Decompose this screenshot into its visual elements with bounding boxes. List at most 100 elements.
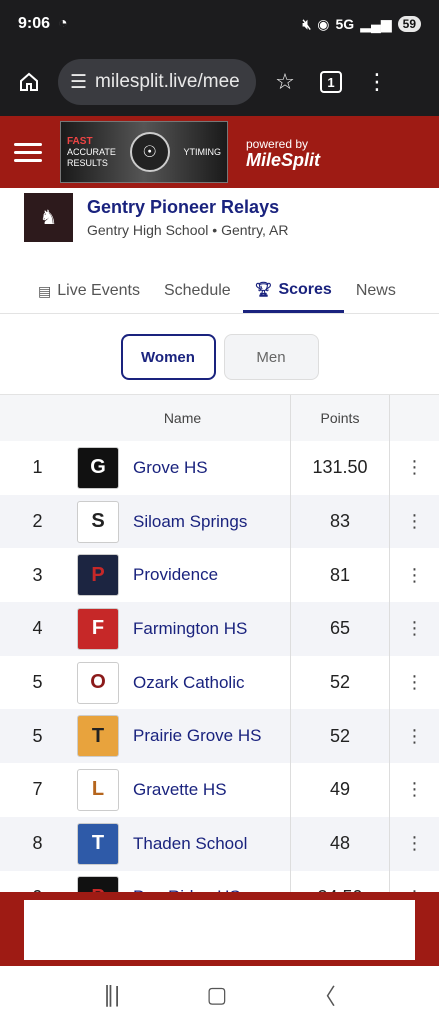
team-rank: 5 bbox=[32, 725, 43, 746]
browser-toolbar: ☰ milesplit.live/mee ☆ 1 ⋮ bbox=[0, 48, 439, 116]
tab-schedule[interactable]: Schedule bbox=[152, 269, 243, 313]
home-button-icon[interactable]: ▢ bbox=[206, 982, 227, 1008]
tab-label: News bbox=[355, 282, 396, 299]
table-row[interactable]: 8 T Thaden School 48 ⋮ bbox=[0, 816, 439, 871]
home-icon[interactable] bbox=[12, 65, 46, 99]
team-points: 81 bbox=[290, 548, 390, 603]
name-header: Name bbox=[163, 410, 202, 426]
tab-scores[interactable]: 🏆︎ Scores bbox=[242, 269, 344, 313]
team-points: 65 bbox=[290, 602, 390, 656]
recents-icon[interactable]: ∥| bbox=[103, 982, 120, 1008]
men-button[interactable]: Men bbox=[223, 334, 319, 380]
team-logo-icon: T bbox=[77, 822, 119, 865]
team-name[interactable]: Providence bbox=[133, 565, 218, 585]
tab-live-events[interactable]: ▤ Live Events bbox=[26, 269, 152, 313]
team-points: 49 bbox=[290, 763, 390, 817]
team-name[interactable]: Ozark Catholic bbox=[133, 673, 244, 693]
table-row[interactable]: 3 P Providence 81 ⋮ bbox=[0, 548, 439, 603]
url-field[interactable]: ☰ milesplit.live/mee bbox=[58, 59, 256, 105]
team-logo-letter: F bbox=[91, 617, 105, 640]
team-rank: 8 bbox=[32, 833, 43, 854]
row-menu-icon[interactable]: ⋮ bbox=[390, 833, 439, 854]
network-label: 5G bbox=[335, 16, 355, 32]
team-logo-icon: T bbox=[77, 715, 119, 758]
mute-icon: 🔇︎ bbox=[302, 15, 312, 32]
scoreboard-icon: ▤ bbox=[38, 282, 52, 299]
team-points: 83 bbox=[290, 494, 390, 549]
table-header: Name Points bbox=[0, 395, 439, 441]
row-menu-icon[interactable]: ⋮ bbox=[390, 565, 439, 586]
team-logo-icon: S bbox=[77, 500, 119, 543]
row-menu-icon[interactable]: ⋮ bbox=[390, 618, 439, 639]
team-logo-icon: O bbox=[77, 661, 119, 704]
team-name[interactable]: Gravette HS bbox=[133, 780, 227, 800]
site-settings-icon[interactable]: ☰ bbox=[70, 71, 87, 94]
tab-news[interactable]: News bbox=[344, 269, 408, 313]
row-menu-icon[interactable]: ⋮ bbox=[390, 511, 439, 532]
banner-line3: RESULTS bbox=[67, 157, 108, 168]
more-menu-icon[interactable]: ⋮ bbox=[360, 65, 394, 99]
ad-slot[interactable] bbox=[24, 900, 415, 960]
team-name-cell[interactable]: F Farmington HS bbox=[75, 607, 290, 650]
team-rank: 2 bbox=[32, 511, 43, 532]
table-row[interactable]: 7 L Gravette HS 49 ⋮ bbox=[0, 763, 439, 817]
team-logo-letter: T bbox=[91, 832, 105, 855]
team-name[interactable]: Grove HS bbox=[133, 458, 208, 478]
team-name-cell[interactable]: G Grove HS bbox=[75, 446, 290, 489]
bookmark-star-icon[interactable]: ☆ bbox=[268, 65, 302, 99]
meet-title: Gentry Pioneer Relays bbox=[87, 196, 280, 217]
gender-toggle: Women Men bbox=[0, 314, 439, 394]
team-logo-letter: O bbox=[90, 671, 106, 694]
url-text: milesplit.live/mee bbox=[95, 71, 240, 92]
status-time: 9:06 bbox=[18, 15, 51, 32]
powered-by[interactable]: powered by MileSplit bbox=[246, 136, 321, 170]
wifi-icon: ◔ bbox=[58, 15, 68, 32]
team-name[interactable]: Siloam Springs bbox=[133, 512, 247, 532]
team-logo-letter: S bbox=[91, 510, 105, 533]
tab-count: 1 bbox=[320, 71, 342, 93]
team-points: 52 bbox=[290, 709, 390, 764]
table-row[interactable]: 5 T Prairie Grove HS 52 ⋮ bbox=[0, 709, 439, 764]
team-name-cell[interactable]: T Prairie Grove HS bbox=[75, 715, 290, 758]
row-menu-icon[interactable]: ⋮ bbox=[390, 726, 439, 747]
location-icon: ◉ bbox=[317, 15, 330, 32]
team-rank: 4 bbox=[32, 618, 43, 639]
team-name-cell[interactable]: O Ozark Catholic bbox=[75, 661, 290, 704]
team-name-cell[interactable]: L Gravette HS bbox=[75, 768, 290, 811]
tab-label: Live Events bbox=[57, 282, 140, 299]
tab-label: Scores bbox=[278, 280, 332, 298]
team-points: 52 bbox=[290, 655, 390, 710]
row-menu-icon[interactable]: ⋮ bbox=[390, 457, 439, 478]
team-name-cell[interactable]: S Siloam Springs bbox=[75, 500, 290, 543]
status-right: 🔇︎ ◉ 5G ▂▄▆ 59 bbox=[302, 16, 421, 33]
meet-tabs: ▤ Live Events Schedule 🏆︎ Scores News bbox=[0, 258, 439, 314]
team-logo-letter: P bbox=[91, 563, 105, 586]
team-logo-icon: F bbox=[77, 607, 119, 650]
sponsor-banner[interactable]: FAST ACCURATE RESULTS ☉ YTIMING bbox=[60, 121, 228, 183]
row-menu-icon[interactable]: ⋮ bbox=[390, 672, 439, 693]
women-button[interactable]: Women bbox=[120, 334, 216, 380]
team-name[interactable]: Prairie Grove HS bbox=[133, 726, 261, 746]
team-name[interactable]: Farmington HS bbox=[133, 619, 247, 639]
table-row[interactable]: 2 S Siloam Springs 83 ⋮ bbox=[0, 494, 439, 549]
team-name-cell[interactable]: T Thaden School bbox=[75, 822, 290, 865]
team-logo-icon: P bbox=[77, 554, 119, 597]
table-row[interactable]: 1 G Grove HS 131.50 ⋮ bbox=[0, 441, 439, 495]
team-name[interactable]: Thaden School bbox=[133, 834, 247, 854]
back-icon[interactable]: 〈 bbox=[314, 979, 336, 1011]
banner-line1: FAST bbox=[67, 135, 93, 147]
tab-label: Schedule bbox=[163, 282, 231, 299]
table-row[interactable]: 4 F Farmington HS 65 ⋮ bbox=[0, 602, 439, 656]
battery-level: 59 bbox=[397, 16, 421, 32]
team-logo-icon: G bbox=[77, 446, 119, 489]
tab-switcher-button[interactable]: 1 bbox=[314, 65, 348, 99]
hamburger-menu-icon[interactable] bbox=[14, 142, 42, 162]
banner-line2: ACCURATE bbox=[67, 146, 116, 157]
milesplit-logo: MileSplit bbox=[246, 150, 321, 170]
table-row[interactable]: 5 O Ozark Catholic 52 ⋮ bbox=[0, 655, 439, 710]
scores-table: Name Points 1 G Grove HS 131.50 ⋮ 2 S Siloam Sp… bbox=[0, 394, 439, 895]
team-rank: 1 bbox=[32, 457, 43, 478]
signal-icon: ▂▄▆ bbox=[360, 15, 392, 32]
team-name-cell[interactable]: P Providence bbox=[75, 554, 290, 597]
row-menu-icon[interactable]: ⋮ bbox=[390, 779, 439, 800]
